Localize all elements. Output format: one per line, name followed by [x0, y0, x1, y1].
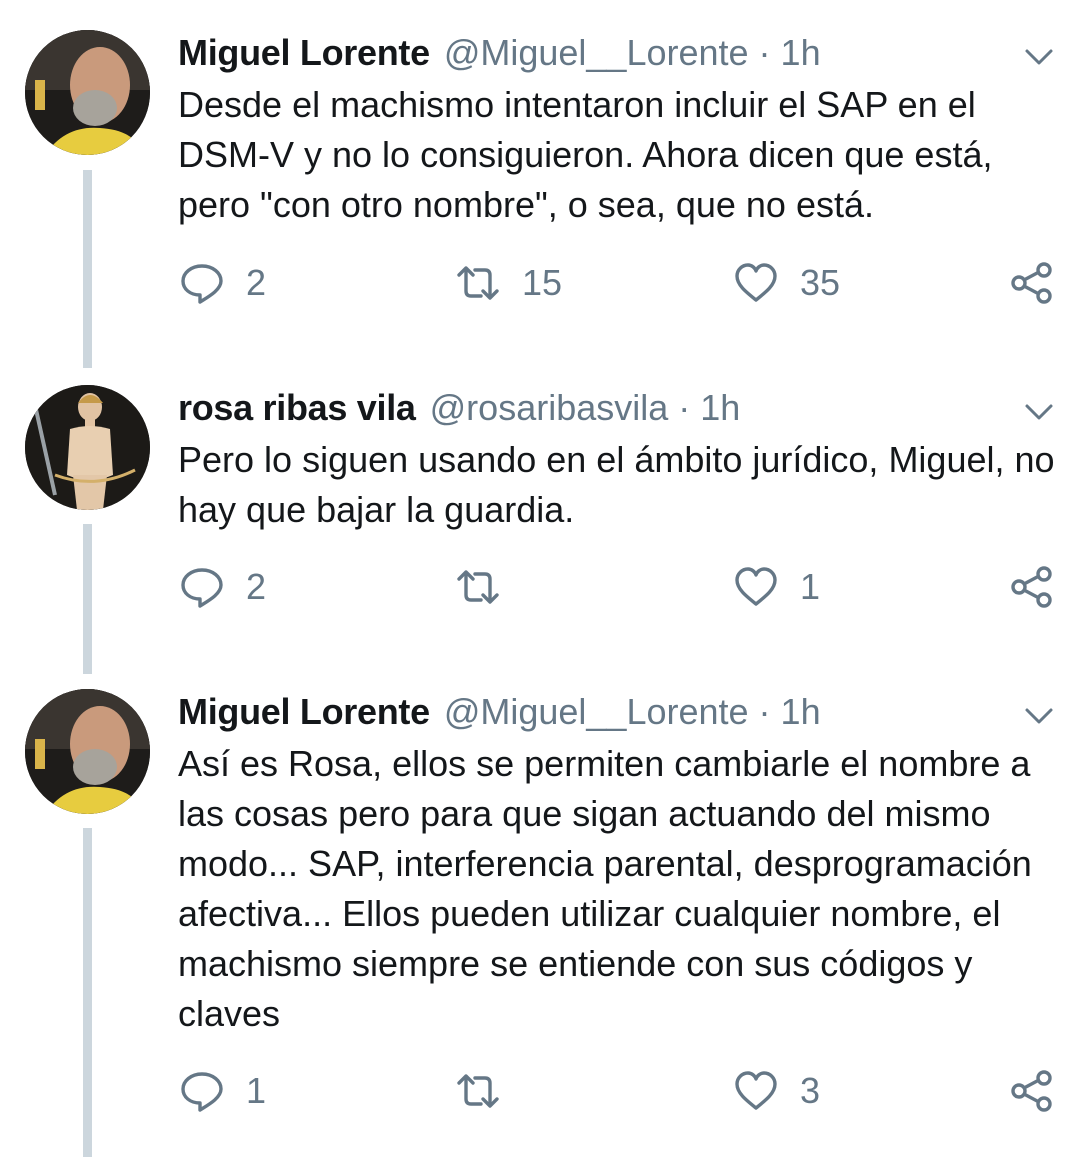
retweet-button[interactable] — [456, 562, 522, 612]
tweet-text: Desde el machismo intentaron incluir el … — [178, 84, 993, 225]
separator-dot: · — [758, 32, 771, 73]
reply-button[interactable]: 2 — [180, 258, 266, 308]
share-button[interactable] — [1010, 562, 1054, 612]
like-count: 3 — [800, 1070, 821, 1111]
reply-button[interactable]: 1 — [180, 1066, 266, 1116]
share-icon — [1011, 262, 1052, 304]
action-bar: 2 15 35 — [0, 258, 1080, 308]
timestamp[interactable]: 1h — [700, 387, 740, 429]
tweet-text: Pero lo siguen usando en el ámbito juríd… — [178, 439, 1055, 530]
share-button[interactable] — [1010, 258, 1054, 308]
reply-icon — [181, 264, 223, 304]
separator-dot: · — [678, 387, 691, 428]
avatar[interactable] — [25, 30, 150, 155]
retweet-icon — [457, 570, 499, 604]
avatar[interactable] — [25, 689, 150, 814]
author-name[interactable]: rosa ribas vila — [178, 387, 416, 429]
heart-icon — [735, 263, 777, 302]
like-button[interactable]: 35 — [734, 258, 840, 308]
share-icon — [1011, 566, 1052, 608]
action-bar: 1 3 — [0, 1066, 1080, 1116]
share-icon — [1011, 1070, 1052, 1112]
like-count: 35 — [800, 262, 841, 303]
reply-count: 1 — [246, 1070, 267, 1111]
retweet-button[interactable]: 15 — [456, 258, 562, 308]
reply-count: 2 — [246, 262, 267, 303]
tweet[interactable]: rosa ribas vila @rosaribasvila · 1h Pero… — [0, 385, 1080, 635]
heart-icon — [735, 1071, 777, 1110]
author-handle[interactable]: @Miguel__Lorente — [444, 32, 749, 74]
heart-icon — [735, 567, 777, 606]
tweet[interactable]: Miguel Lorente @Miguel__Lorente · 1h Des… — [0, 30, 1080, 330]
timestamp[interactable]: 1h — [781, 32, 821, 74]
author-handle[interactable]: @Miguel__Lorente — [444, 691, 749, 733]
action-bar: 2 1 — [0, 562, 1080, 612]
separator-dot: · — [758, 691, 771, 732]
chevron-down-icon[interactable] — [1022, 395, 1056, 429]
chevron-down-icon[interactable] — [1022, 40, 1056, 74]
avatar[interactable] — [25, 385, 150, 510]
reply-icon — [181, 568, 223, 608]
author-name[interactable]: Miguel Lorente — [178, 691, 430, 733]
retweet-icon — [457, 266, 499, 300]
timestamp[interactable]: 1h — [781, 691, 821, 733]
like-button[interactable]: 1 — [734, 562, 820, 612]
chevron-down-icon[interactable] — [1022, 699, 1056, 733]
like-button[interactable]: 3 — [734, 1066, 820, 1116]
author-name[interactable]: Miguel Lorente — [178, 32, 430, 74]
tweet-text: Así es Rosa, ellos se permiten cambiarle… — [178, 743, 1032, 1034]
author-handle[interactable]: @rosaribasvila — [430, 387, 669, 429]
like-count: 1 — [800, 566, 821, 607]
share-button[interactable] — [1010, 1066, 1054, 1116]
retweet-count: 15 — [522, 262, 563, 303]
reply-count: 2 — [246, 566, 267, 607]
retweet-icon — [457, 1074, 499, 1108]
retweet-button[interactable] — [456, 1066, 522, 1116]
reply-button[interactable]: 2 — [180, 562, 266, 612]
reply-icon — [181, 1072, 223, 1112]
tweet[interactable]: Miguel Lorente @Miguel__Lorente · 1h Así… — [0, 689, 1080, 1129]
